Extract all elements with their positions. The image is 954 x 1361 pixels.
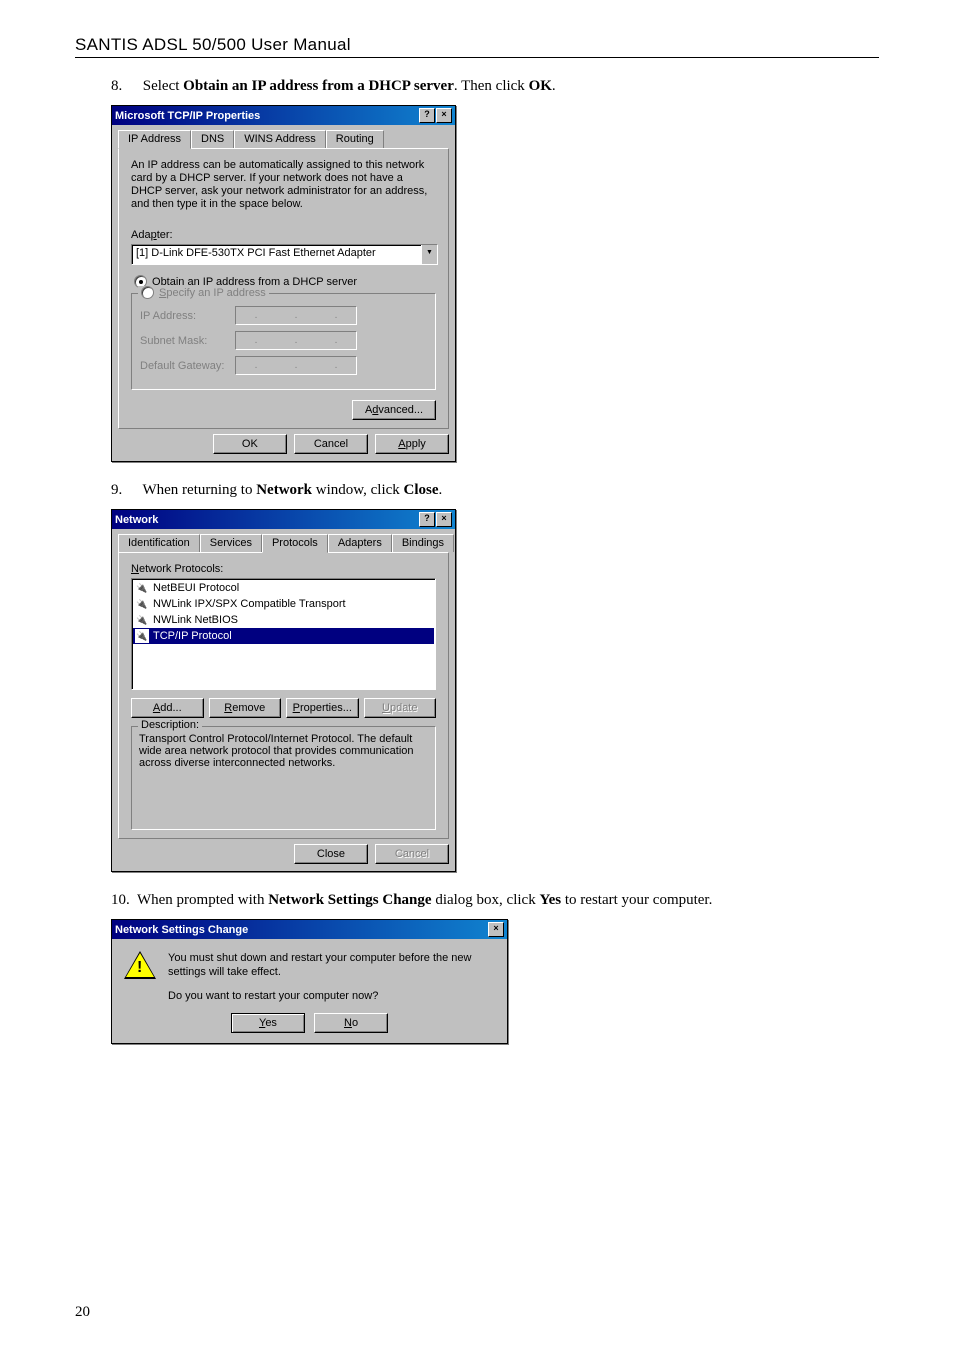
add-button[interactable]: Add... bbox=[131, 698, 204, 718]
cancel-button[interactable]: Cancel bbox=[294, 434, 368, 454]
dlg1-titlebar: Microsoft TCP/IP Properties ? × bbox=[112, 106, 455, 125]
protocol-icon: 🔌 bbox=[135, 597, 149, 611]
gateway-row: Default Gateway: ... bbox=[140, 356, 427, 375]
tab-adapters[interactable]: Adapters bbox=[328, 534, 392, 552]
advanced-button[interactable]: Advanced... bbox=[352, 400, 436, 420]
step-10: 10. When prompted with Network Settings … bbox=[111, 892, 879, 909]
gateway-label: Default Gateway: bbox=[140, 360, 235, 372]
dlg1-title: Microsoft TCP/IP Properties bbox=[115, 110, 260, 122]
adapter-label: Adapter: bbox=[131, 229, 436, 241]
tab-bindings[interactable]: Bindings bbox=[392, 534, 454, 552]
protocols-label: Network Protocols: bbox=[131, 563, 436, 575]
dlg1-tabs: IP Address DNS WINS Address Routing bbox=[118, 130, 449, 148]
dlg3-title: Network Settings Change bbox=[115, 924, 248, 936]
network-settings-change-dialog: Network Settings Change × ! You must shu… bbox=[111, 919, 508, 1044]
ip-row: IP Address: ... bbox=[140, 306, 427, 325]
specify-ip-group: Specify an IP address IP Address: ... Su… bbox=[131, 293, 436, 390]
chevron-down-icon[interactable]: ▼ bbox=[421, 245, 437, 264]
dlg3-titlebar: Network Settings Change × bbox=[112, 920, 507, 939]
list-item[interactable]: 🔌NetBEUI Protocol bbox=[133, 580, 434, 596]
protocol-icon: 🔌 bbox=[135, 613, 149, 627]
step10-num: 10. bbox=[111, 892, 130, 908]
description-label: Description: bbox=[138, 719, 202, 731]
dlg1-tabpage: An IP address can be automatically assig… bbox=[118, 148, 449, 429]
update-button: Update bbox=[364, 698, 437, 718]
dlg1-info: An IP address can be automatically assig… bbox=[131, 159, 436, 211]
protocols-listbox[interactable]: 🔌NetBEUI Protocol 🔌NWLink IPX/SPX Compat… bbox=[131, 578, 436, 690]
step9-num: 9. bbox=[111, 482, 139, 499]
dlg2-title: Network bbox=[115, 514, 158, 526]
warning-icon: ! bbox=[124, 951, 156, 983]
properties-button[interactable]: Properties... bbox=[286, 698, 359, 718]
close-icon[interactable]: × bbox=[436, 512, 452, 527]
step9-text: When returning to Network window, click … bbox=[142, 482, 442, 498]
tab-ip-address[interactable]: IP Address bbox=[118, 130, 191, 149]
step8-num: 8. bbox=[111, 78, 139, 95]
gateway-input: ... bbox=[235, 356, 357, 375]
step-9: 9. When returning to Network window, cli… bbox=[111, 482, 879, 499]
list-item[interactable]: 🔌NWLink IPX/SPX Compatible Transport bbox=[133, 596, 434, 612]
radio-specify-label: Specify an IP address bbox=[159, 287, 266, 299]
dlg2-tabs: Identification Services Protocols Adapte… bbox=[118, 534, 449, 552]
dlg3-msg1: You must shut down and restart your comp… bbox=[168, 951, 495, 979]
help-button[interactable]: ? bbox=[419, 512, 435, 527]
tab-routing[interactable]: Routing bbox=[326, 130, 384, 148]
ip-address-input: ... bbox=[235, 306, 357, 325]
network-dialog: Network ? × Identification Services Prot… bbox=[111, 509, 456, 872]
adapter-value: [1] D-Link DFE-530TX PCI Fast Ethernet A… bbox=[132, 245, 421, 264]
close-button[interactable]: Close bbox=[294, 844, 368, 864]
dlg3-msg2: Do you want to restart your computer now… bbox=[168, 989, 495, 1003]
list-item[interactable]: 🔌NWLink NetBIOS bbox=[133, 612, 434, 628]
dlg2-button-row: Add... Remove Properties... Update bbox=[131, 698, 436, 718]
cancel-button: Cancel bbox=[375, 844, 449, 864]
dlg2-title-buttons: ? × bbox=[419, 512, 452, 527]
dlg2-titlebar: Network ? × bbox=[112, 510, 455, 529]
yes-button[interactable]: Yes bbox=[231, 1013, 305, 1033]
description-box: Description: Transport Control Protocol/… bbox=[131, 726, 436, 830]
page-number: 20 bbox=[75, 1304, 879, 1321]
radio-specify-input[interactable] bbox=[141, 286, 154, 299]
no-button[interactable]: No bbox=[314, 1013, 388, 1033]
remove-button[interactable]: Remove bbox=[209, 698, 282, 718]
close-icon[interactable]: × bbox=[488, 922, 504, 937]
step8-text: Select Obtain an IP address from a DHCP … bbox=[143, 78, 556, 94]
adapter-combo[interactable]: [1] D-Link DFE-530TX PCI Fast Ethernet A… bbox=[131, 244, 438, 265]
advanced-row: Advanced... bbox=[131, 400, 436, 420]
dlg2-tabpage: Network Protocols: 🔌NetBEUI Protocol 🔌NW… bbox=[118, 552, 449, 839]
radio-specify[interactable]: Specify an IP address bbox=[138, 286, 269, 299]
description-text: Transport Control Protocol/Internet Prot… bbox=[139, 733, 414, 769]
tab-protocols[interactable]: Protocols bbox=[262, 534, 328, 553]
dlg3-title-buttons: × bbox=[488, 922, 504, 937]
step-8: 8. Select Obtain an IP address from a DH… bbox=[111, 78, 879, 95]
close-icon[interactable]: × bbox=[436, 108, 452, 123]
tab-dns[interactable]: DNS bbox=[191, 130, 234, 148]
dlg3-message: You must shut down and restart your comp… bbox=[168, 951, 495, 1003]
protocol-icon: 🔌 bbox=[135, 581, 149, 595]
protocol-icon: 🔌 bbox=[135, 629, 149, 643]
subnet-input: ... bbox=[235, 331, 357, 350]
step10-text: When prompted with Network Settings Chan… bbox=[137, 892, 712, 908]
tcpip-properties-dialog: Microsoft TCP/IP Properties ? × IP Addre… bbox=[111, 105, 456, 462]
tab-wins-address[interactable]: WINS Address bbox=[234, 130, 326, 148]
dlg1-buttons: OK Cancel Apply bbox=[112, 434, 455, 461]
help-button[interactable]: ? bbox=[419, 108, 435, 123]
tab-identification[interactable]: Identification bbox=[118, 534, 200, 552]
dlg3-buttons: Yes No bbox=[112, 1013, 507, 1043]
dlg2-buttons: Close Cancel bbox=[112, 844, 455, 871]
list-item[interactable]: 🔌TCP/IP Protocol bbox=[133, 628, 434, 644]
apply-button[interactable]: Apply bbox=[375, 434, 449, 454]
ip-address-label: IP Address: bbox=[140, 310, 235, 322]
ok-button[interactable]: OK bbox=[213, 434, 287, 454]
tab-services[interactable]: Services bbox=[200, 534, 262, 552]
dlg1-title-buttons: ? × bbox=[419, 108, 452, 123]
dlg3-body: ! You must shut down and restart your co… bbox=[112, 939, 507, 1013]
subnet-row: Subnet Mask: ... bbox=[140, 331, 427, 350]
doc-header: SANTIS ADSL 50/500 User Manual bbox=[75, 35, 879, 58]
subnet-label: Subnet Mask: bbox=[140, 335, 235, 347]
